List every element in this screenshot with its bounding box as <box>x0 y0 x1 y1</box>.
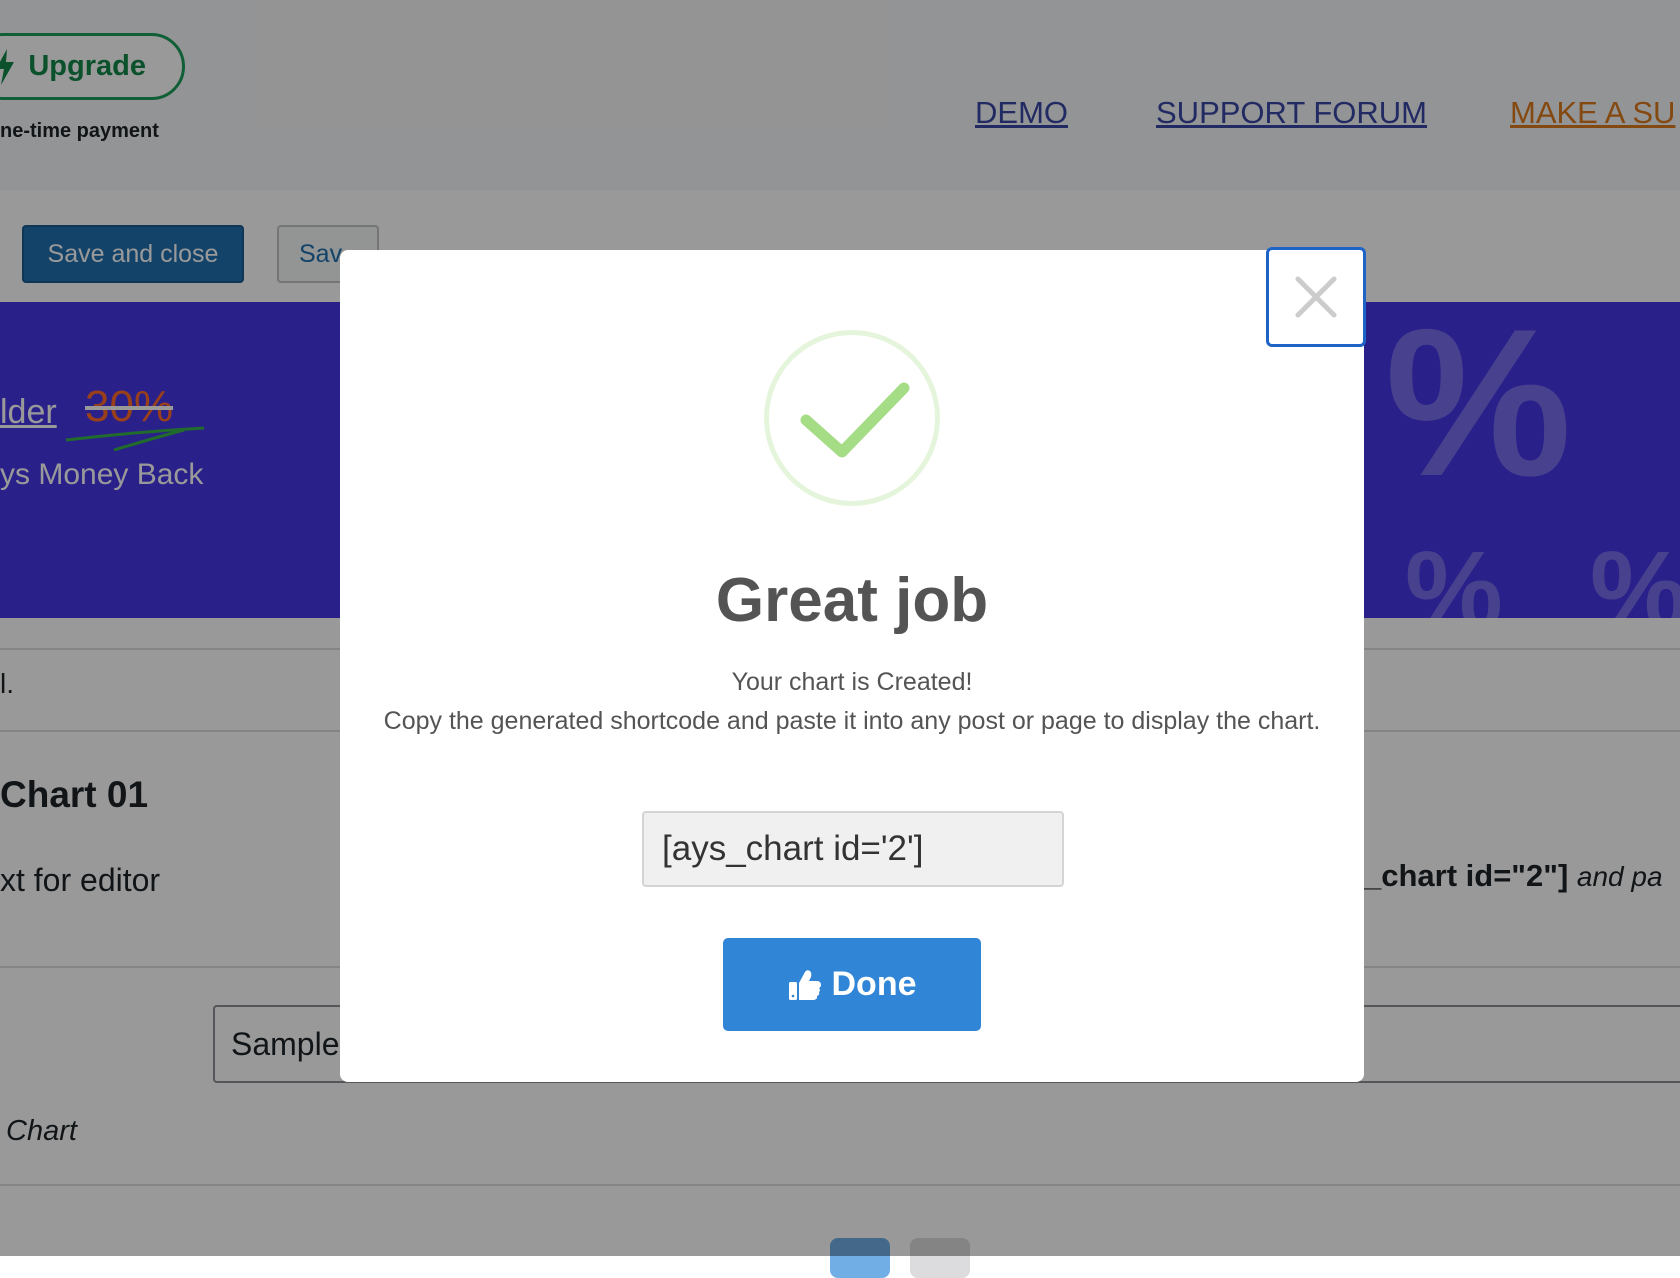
modal-message: Your chart is Created! Copy the generate… <box>370 663 1334 741</box>
modal-message-line2: Copy the generated shortcode and paste i… <box>383 707 1321 735</box>
modal-title: Great job <box>715 566 989 635</box>
close-icon <box>1295 276 1337 318</box>
modal-message-line1: Your chart is Created! <box>731 668 973 696</box>
done-label: Done <box>831 965 917 1003</box>
thumbs-up-icon <box>788 969 821 1000</box>
done-button[interactable]: Done <box>723 938 981 1031</box>
checkmark-icon <box>800 382 910 458</box>
shortcode-input[interactable] <box>642 811 1064 887</box>
close-button[interactable] <box>1266 247 1366 347</box>
